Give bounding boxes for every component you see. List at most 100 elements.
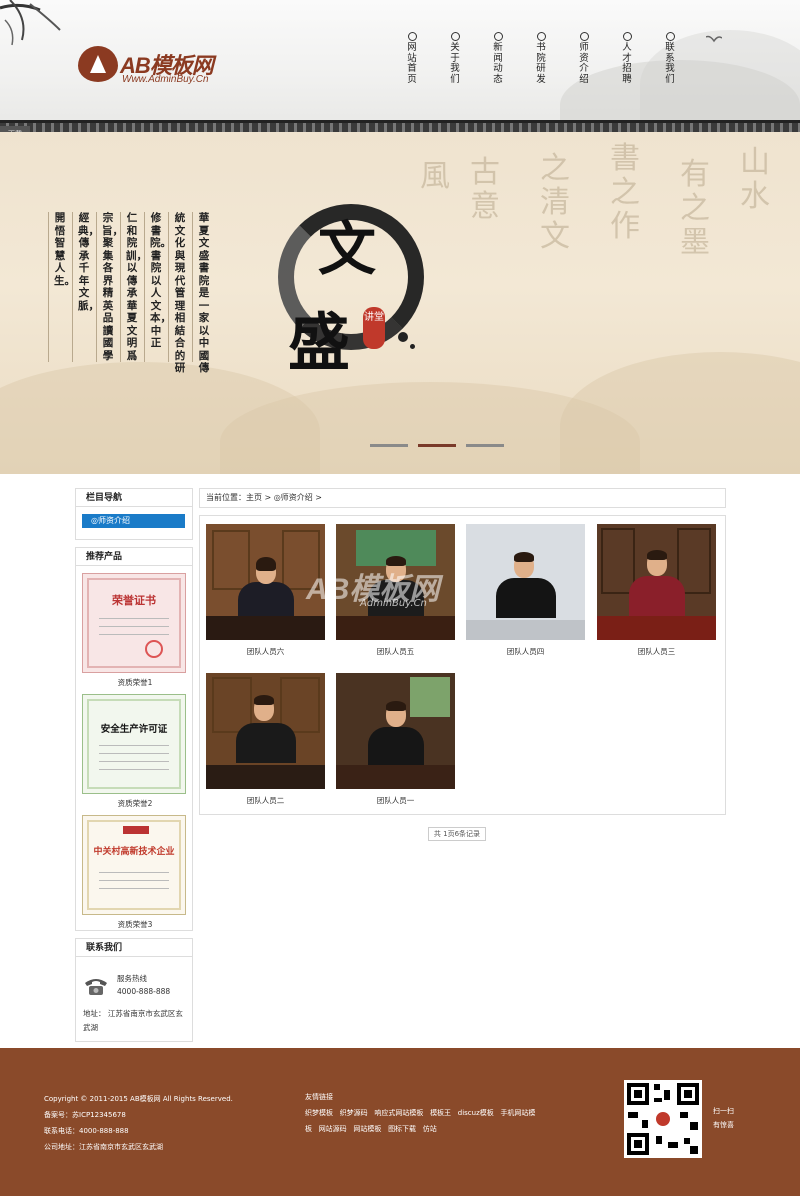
links-title: 友情链接 (305, 1093, 333, 1101)
friend-link[interactable]: discuz模板 (458, 1109, 494, 1117)
calligraphy-decor: 風 (420, 159, 450, 194)
qr-module (664, 1090, 670, 1100)
qr-module (684, 1138, 690, 1144)
qr-module (656, 1136, 662, 1144)
teacher-photo-1[interactable] (336, 673, 455, 789)
nav-item-contact[interactable]: 联系我们 (665, 32, 675, 85)
product-caption[interactable]: 资质荣誉2 (76, 798, 194, 809)
friend-link[interactable]: 网站模板 (353, 1125, 381, 1133)
sidebar-item-teachers[interactable]: ◎师资介绍 (82, 514, 185, 528)
nav-item-home[interactable]: 网站首页 (407, 32, 417, 85)
qr-module (642, 1120, 648, 1128)
cert-line (99, 745, 169, 746)
cert-line (99, 753, 169, 754)
friend-link[interactable]: 仿站 (423, 1125, 437, 1133)
desk (597, 616, 716, 640)
teacher-photo-2[interactable] (206, 673, 325, 789)
photo-caption[interactable]: 团队人员四 (466, 646, 585, 657)
qr-center-logo (654, 1110, 672, 1128)
calligraphy-decor: 古意 (470, 155, 500, 224)
nav-label: 网站首页 (407, 42, 417, 85)
friend-link[interactable]: 织梦模板 (305, 1109, 333, 1117)
qr-code (624, 1080, 702, 1158)
nav-label: 师资介绍 (579, 42, 589, 85)
friend-link[interactable]: 响应式网站模板 (374, 1109, 423, 1117)
cert-seal (145, 640, 163, 658)
intro-column: 華夏文盛書院是一家以中國傳 (198, 212, 210, 374)
photo-caption[interactable]: 团队人员五 (336, 646, 455, 657)
product-caption[interactable]: 资质荣誉1 (76, 677, 194, 688)
qr-module (654, 1084, 660, 1090)
site-logo[interactable]: AB模板网 Www.AdminBuy.Cn (78, 46, 258, 90)
circle-icon (407, 32, 417, 41)
intro-column: 宗旨，聚集各界精英品讀國學 (102, 212, 123, 362)
nav-label: 新闻动态 (493, 42, 503, 85)
qr-module (690, 1146, 698, 1154)
teacher-photo-3[interactable] (597, 524, 716, 640)
nav-item-news[interactable]: 新闻动态 (493, 32, 503, 85)
cert-line (99, 769, 169, 770)
person-body (368, 727, 424, 767)
circle-icon (579, 32, 589, 41)
friend-link[interactable]: 网站源码 (319, 1125, 347, 1133)
product-image-1[interactable]: 荣誉证书 (82, 573, 186, 673)
photo-caption[interactable]: 团队人员三 (597, 646, 716, 657)
qr-label-1: 扫一扫 (713, 1107, 734, 1115)
product-caption[interactable]: 资质荣誉3 (76, 919, 194, 930)
nav-label: 人才招聘 (622, 42, 632, 85)
pagination-info: 共 1页6条记录 (428, 827, 486, 841)
photo-caption[interactable]: 团队人员一 (336, 795, 455, 806)
friend-link[interactable]: 手机网站模 (500, 1109, 535, 1117)
intro-column: 修書院。書院以人文本，中正 (150, 212, 171, 349)
bird-icon (706, 35, 722, 43)
cert-title: 安全生产许可证 (100, 724, 168, 735)
qr-module (628, 1112, 638, 1118)
qr-label-2: 有惊喜 (713, 1121, 734, 1129)
circle-icon (450, 32, 460, 41)
cert-logo (123, 826, 149, 834)
nav-item-jobs[interactable]: 人才招聘 (622, 32, 632, 85)
person-body (496, 578, 556, 618)
photo-caption[interactable]: 团队人员二 (206, 795, 325, 806)
qr-module (654, 1098, 662, 1102)
desk (466, 620, 585, 640)
teacher-photo-4[interactable] (466, 524, 585, 640)
nav-item-research[interactable]: 书院研发 (536, 32, 546, 85)
nav-item-teachers[interactable]: 师资介绍 (579, 32, 589, 85)
product-image-3[interactable]: 中关村高新技术企业 (82, 815, 186, 915)
intro-column: 仁和院訓，以傳承華夏文明爲 (126, 212, 147, 362)
friend-link[interactable]: 板 (305, 1125, 312, 1133)
calligraphy-decor: 書之作 (610, 141, 640, 244)
cert-title: 荣誉证书 (112, 594, 156, 607)
ink-dot (398, 332, 408, 342)
logo-char-wen: 文 (318, 215, 377, 283)
friend-link[interactable]: 模板王 (430, 1109, 451, 1117)
cert-border (87, 699, 181, 789)
product-image-2[interactable]: 安全生产许可证 (82, 694, 186, 794)
intro-column: 開悟智慧人生。 (54, 212, 75, 287)
photo-caption[interactable]: 团队人员六 (206, 646, 325, 657)
products-box: 推荐产品 荣誉证书 资质荣誉1 安全生产许可证 资质荣誉2 中关村高新技术企业 … (75, 547, 193, 931)
icp-text: 备案号：苏ICP12345678 (44, 1111, 126, 1119)
links-row-1: 织梦模板 织梦源码 响应式网站模板 模板王 discuz模板 手机网站模 (305, 1108, 535, 1118)
logo-mark-icon (78, 46, 118, 82)
person-hair (256, 557, 276, 571)
address-text: 公司地址：江苏省南京市玄武区玄武湖 (44, 1143, 163, 1151)
friend-link[interactable]: 图标下载 (388, 1125, 416, 1133)
person-hair (254, 695, 274, 705)
copyright-text: Copyright © 2011-2015 AB模板网 All Rights R… (44, 1095, 233, 1103)
nav-item-about[interactable]: 关于我们 (450, 32, 460, 85)
ink-dot (410, 344, 415, 349)
links-row-2: 板 网站源码 网站模板 图标下载 仿站 (305, 1124, 437, 1134)
phone-text: 联系电话：4000-888-888 (44, 1127, 129, 1135)
friend-link[interactable]: 织梦源码 (340, 1109, 368, 1117)
calligraphy-decor: 之清文 (540, 151, 570, 254)
bookshelf (212, 530, 250, 590)
calligraphy-decor: 山水 (740, 145, 770, 214)
person-hair (647, 550, 667, 560)
calligraphy-decor: 有之墨 (680, 157, 710, 260)
person-body (236, 723, 296, 763)
nav-label: 书院研发 (536, 42, 546, 85)
bookshelf (601, 528, 635, 594)
intro-column: 經典，傳承千年文脈， (78, 212, 99, 312)
